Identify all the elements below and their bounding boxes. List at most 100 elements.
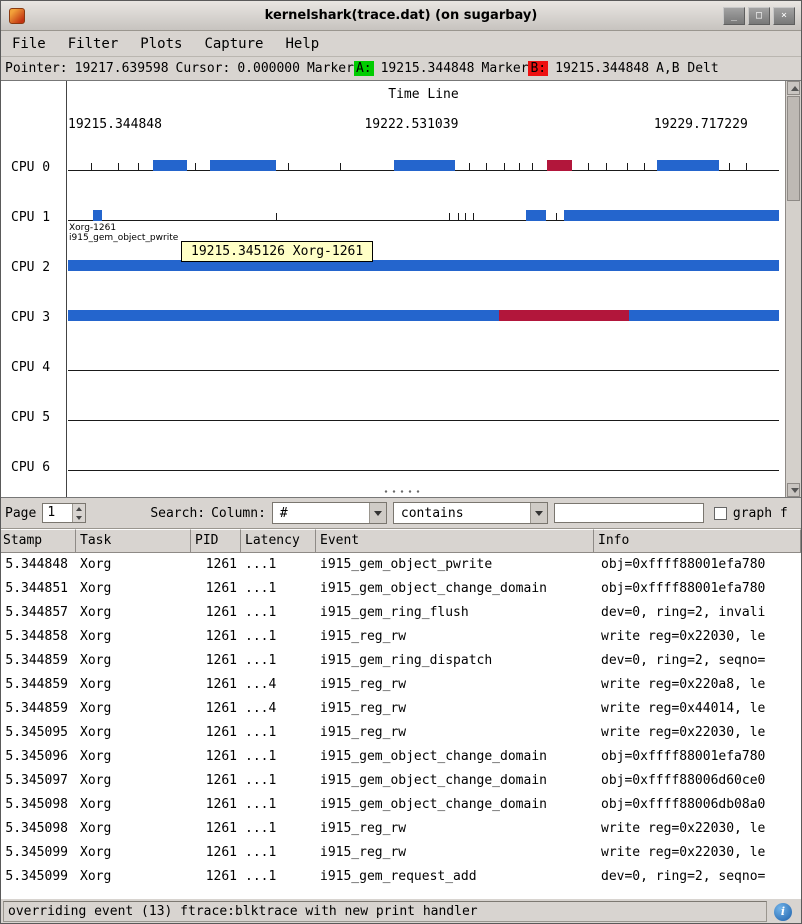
table-row[interactable]: 5.345096Xorg1261...1i915_gem_object_chan… [1,745,801,769]
cpu-row-cpu-5[interactable]: CPU 5 [1,381,779,431]
activity-bar-red[interactable] [547,160,572,171]
table-row[interactable]: 5.344857Xorg1261...1i915_gem_ring_flushd… [1,601,801,625]
cell-event: i915_gem_request_add [316,865,594,889]
close-button[interactable]: × [773,7,795,25]
cpu-label: CPU 2 [11,260,50,275]
column-dropdown[interactable]: # [272,502,387,524]
cpu-row-cpu-1[interactable]: CPU 1 [1,181,779,231]
spin-up-arrow-icon[interactable] [73,504,85,513]
table-row[interactable]: 5.345098Xorg1261...1i915_reg_rwwrite reg… [1,817,801,841]
scroll-up-arrow-icon[interactable] [787,81,800,95]
cpu-label: CPU 6 [11,460,50,475]
table-row[interactable]: 5.344859Xorg1261...1i915_gem_ring_dispat… [1,649,801,673]
table-row[interactable]: 5.345097Xorg1261...1i915_gem_object_chan… [1,769,801,793]
activity-bar-blue[interactable] [93,210,102,221]
menu-item-plots[interactable]: Plots [129,33,193,55]
kernelshark-window: kernelshark(trace.dat) (on sugarbay) _ □… [0,0,802,924]
menu-item-file[interactable]: File [1,33,57,55]
cell-info: obj=0xffff88001efa780 [594,745,801,769]
cell-task: Xorg [76,817,191,841]
cpu-row-cpu-3[interactable]: CPU 3 [1,281,779,331]
column-header-info[interactable]: Info [594,529,801,553]
table-row[interactable]: 5.344858Xorg1261...1i915_reg_rwwrite reg… [1,625,801,649]
activity-bar-blue[interactable] [564,210,779,221]
table-row[interactable]: 5.345095Xorg1261...1i915_reg_rwwrite reg… [1,721,801,745]
table-row[interactable]: 5.344848Xorg1261...1i915_gem_object_pwri… [1,553,801,577]
cpu-lane[interactable] [68,281,779,331]
window-title: kernelshark(trace.dat) (on sugarbay) [1,8,801,23]
cpu-lane[interactable] [68,131,779,181]
match-dropdown-value: contains [394,506,530,521]
search-input[interactable] [554,503,704,523]
timeline-graph[interactable]: Time Line 19215.34484819222.53103919229.… [1,81,801,498]
cpu-lane[interactable] [68,331,779,381]
cell-task: Xorg [76,625,191,649]
cell-task: Xorg [76,793,191,817]
activity-bar-blue[interactable] [68,260,779,271]
cpu-lane[interactable] [68,431,779,481]
cpu-lane[interactable] [68,381,779,431]
column-header-latency[interactable]: Latency [241,529,316,553]
cell-task: Xorg [76,577,191,601]
menu-bar: FileFilterPlotsCaptureHelp [1,31,801,57]
cell-event: i915_reg_rw [316,625,594,649]
pane-splitter-handle[interactable] [382,489,420,494]
table-row[interactable]: 5.344851Xorg1261...1i915_gem_object_chan… [1,577,801,601]
cell-task: Xorg [76,553,191,577]
graph-vertical-scrollbar[interactable] [785,81,801,497]
cell-info: obj=0xffff88001efa780 [594,553,801,577]
column-header-event[interactable]: Event [316,529,594,553]
cell-info: write reg=0x22030, le [594,721,801,745]
menu-item-help[interactable]: Help [274,33,330,55]
activity-bar-blue[interactable] [657,160,720,171]
cell-pid: 1261 [191,817,241,841]
table-row[interactable]: 5.345099Xorg1261...1i915_reg_rwwrite reg… [1,841,801,865]
cell-event: i915_gem_ring_flush [316,601,594,625]
cell-task: Xorg [76,745,191,769]
page-value[interactable]: 1 [43,504,72,522]
maximize-button[interactable]: □ [748,7,770,25]
activity-bar-blue[interactable] [68,310,779,321]
activity-bar-blue[interactable] [394,160,456,171]
activity-bar-blue[interactable] [210,160,275,171]
event-tick [195,163,196,170]
menu-item-capture[interactable]: Capture [193,33,274,55]
minimize-button[interactable]: _ [723,7,745,25]
table-row[interactable]: 5.344859Xorg1261...4i915_reg_rwwrite reg… [1,673,801,697]
chevron-down-icon[interactable] [530,503,547,523]
activity-bar-blue[interactable] [526,210,546,221]
title-bar[interactable]: kernelshark(trace.dat) (on sugarbay) _ □… [1,1,801,31]
column-header-stamp[interactable]: Stamp [1,529,76,553]
event-tick [465,213,466,220]
cell-latency: ...1 [241,817,316,841]
event-tick [519,163,520,170]
column-header-pid[interactable]: PID [191,529,241,553]
menu-item-filter[interactable]: Filter [57,33,130,55]
event-tick [118,163,119,170]
scrollbar-thumb[interactable] [787,96,800,201]
cell-latency: ...1 [241,865,316,889]
chevron-down-icon[interactable] [369,503,386,523]
cpu-row-cpu-0[interactable]: CPU 0 [1,131,779,181]
column-header-task[interactable]: Task [76,529,191,553]
cell-task: Xorg [76,697,191,721]
table-row[interactable]: 5.345099Xorg1261...1i915_gem_request_add… [1,865,801,889]
cpu-row-cpu-6[interactable]: CPU 6 [1,431,779,481]
page-spinner[interactable]: 1 [42,503,86,523]
graph-filter-checkbox[interactable] [714,507,727,520]
match-dropdown[interactable]: contains [393,502,548,524]
cpu-lane[interactable] [68,181,779,231]
pointer-label: Pointer: [5,61,68,76]
cpu-row-cpu-4[interactable]: CPU 4 [1,331,779,381]
table-row[interactable]: 5.345098Xorg1261...1i915_gem_object_chan… [1,793,801,817]
cell-task: Xorg [76,601,191,625]
cell-latency: ...1 [241,649,316,673]
activity-bar-red[interactable] [499,310,629,321]
info-icon[interactable]: i [774,903,792,921]
spin-down-arrow-icon[interactable] [73,513,85,522]
scroll-down-arrow-icon[interactable] [787,483,800,497]
cell-stamp: 5.345096 [1,745,76,769]
activity-bar-blue[interactable] [153,160,187,171]
table-row[interactable]: 5.344859Xorg1261...4i915_reg_rwwrite reg… [1,697,801,721]
cell-stamp: 5.344859 [1,649,76,673]
